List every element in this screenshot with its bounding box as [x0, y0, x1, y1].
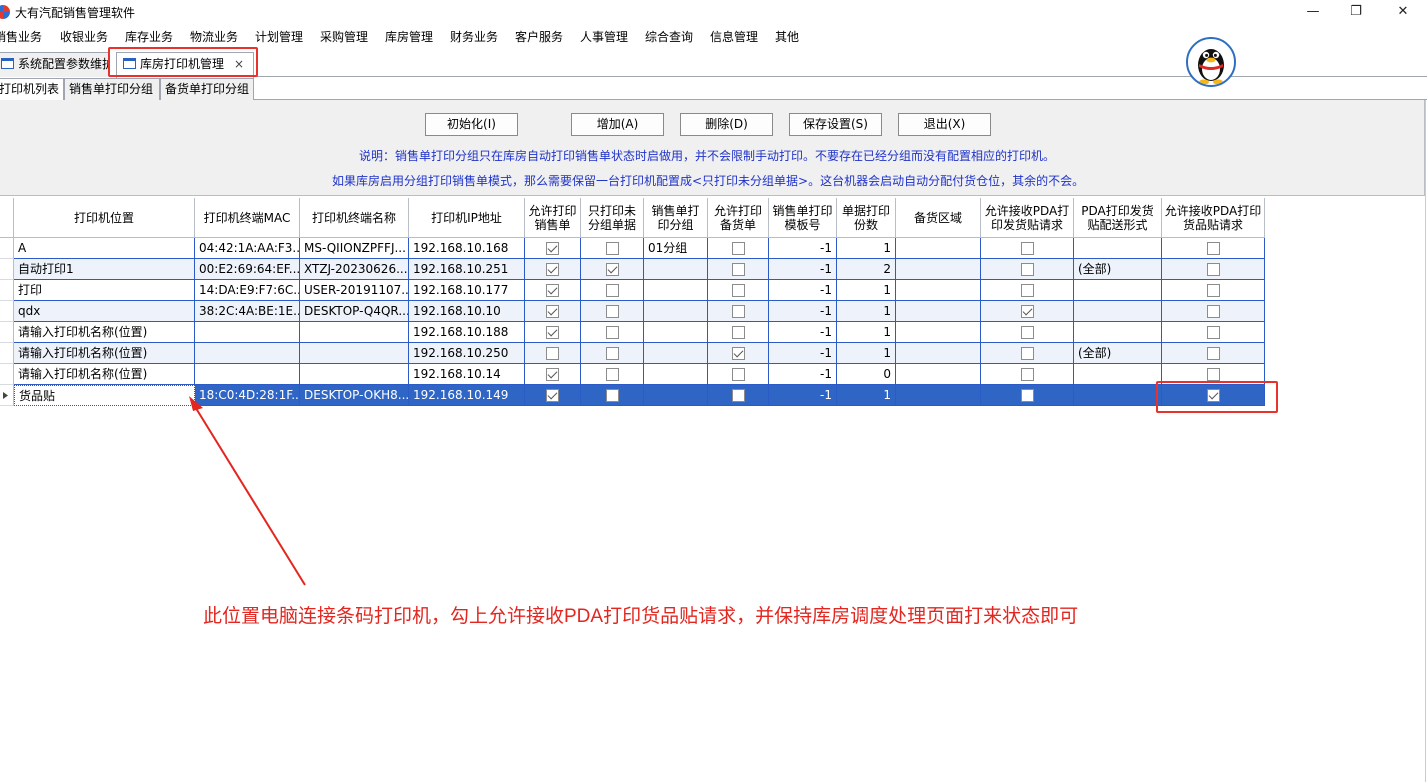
- annotation-text: 此位置电脑连接条码打印机，勾上允许接收PDA打印货品贴请求，并保持库房调度处理页…: [203, 606, 1079, 627]
- annotation-arrow-icon: [189, 396, 306, 586]
- panel-right-border: [1425, 100, 1426, 782]
